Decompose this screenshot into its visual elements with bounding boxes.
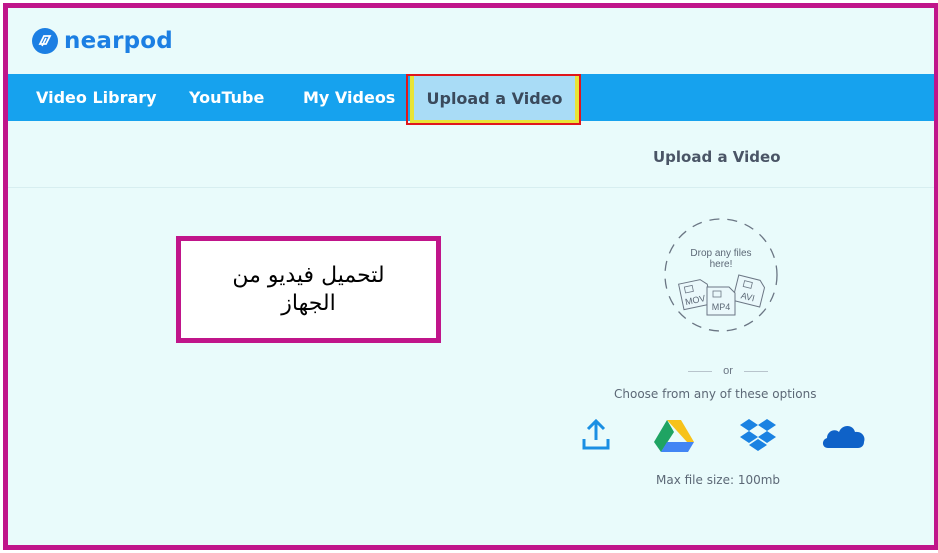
annotation-callout: لتحميل فيديو من الجهاز [176,236,441,343]
logo-text: nearpod [64,28,173,54]
section-header: Upload a Video [8,121,934,188]
upload-from-device-icon[interactable] [580,418,612,457]
options-prompt: Choose from any of these options [614,387,817,401]
max-file-size: Max file size: 100mb [656,473,781,487]
file-drop-zone[interactable]: Drop any files here! MOV AVI MP4 [651,215,791,335]
avi-file-icon: AVI [731,274,766,308]
tab-upload-a-video[interactable]: Upload a Video [410,76,579,123]
drop-zone-illustration: Drop any files here! MOV AVI MP4 [664,218,778,332]
divider-line-right [744,370,768,372]
tab-my-videos[interactable]: My Videos [303,74,395,121]
google-drive-icon[interactable] [654,418,694,457]
tab-video-library[interactable]: Video Library [36,74,157,121]
mp4-file-icon: MP4 [706,286,736,316]
nearpod-logo[interactable]: nearpod [32,28,173,54]
annotation-text: لتحميل فيديو من الجهاز [232,262,385,316]
tab-youtube[interactable]: YouTube [189,74,264,121]
format-mp4: MP4 [712,302,731,312]
tab-upload-a-video-highlight: Upload a Video [406,74,581,125]
section-title: Upload a Video [653,148,781,166]
nearpod-logo-icon [32,28,58,54]
or-divider: or [688,364,768,378]
or-text: or [723,365,733,377]
drop-zone-line1: Drop any files [690,248,751,259]
nav-bar: Video Library YouTube My Videos Upload a… [8,74,934,125]
mov-file-icon: MOV [678,279,712,311]
app-frame: nearpod Video Library YouTube My Videos … [3,3,938,550]
drop-zone-line2: here! [710,259,733,270]
top-bar: nearpod [8,8,934,75]
onedrive-icon[interactable] [820,418,866,457]
divider-line-left [688,370,712,372]
dropbox-icon[interactable] [739,418,777,457]
